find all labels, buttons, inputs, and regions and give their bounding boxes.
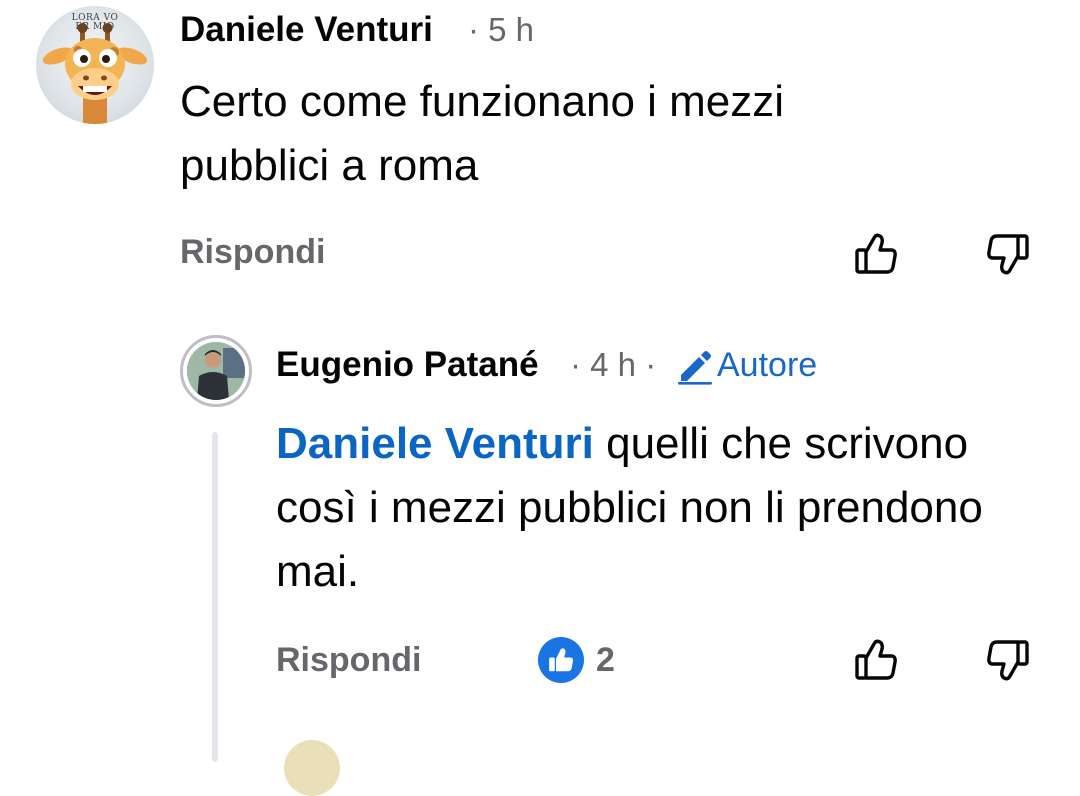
reaction-summary[interactable]: 2: [538, 637, 615, 683]
avatar[interactable]: LORA VO ER MIO: [36, 6, 154, 124]
author-badge: Autore: [675, 345, 817, 385]
thumbs-down-outline-icon: [987, 640, 1029, 681]
reply-avatar-photo: [187, 342, 245, 400]
reply-button[interactable]: Rispondi: [180, 232, 325, 272]
pencil-icon: [678, 351, 712, 385]
reply-text: Daniele Venturi quelli che scrivono così…: [276, 412, 996, 604]
reply-button[interactable]: Rispondi: [276, 640, 421, 680]
comment-author[interactable]: Daniele Venturi: [180, 10, 433, 50]
next-reply-avatar[interactable]: [284, 740, 340, 796]
thumbs-down-outline-icon: [987, 234, 1029, 275]
thread-line: [212, 432, 218, 762]
thumbs-up-filled-icon: [549, 648, 573, 672]
mention-link[interactable]: Daniele Venturi: [276, 419, 594, 468]
like-button[interactable]: [848, 226, 904, 282]
comment-timestamp[interactable]: · 5 h: [468, 10, 534, 50]
person-photo-icon: [187, 342, 245, 400]
reply-avatar[interactable]: [180, 335, 252, 407]
reply-author[interactable]: Eugenio Patané: [276, 345, 539, 385]
dislike-button[interactable]: [980, 632, 1036, 688]
thumbs-up-outline-icon: [855, 639, 897, 680]
thumbs-up-outline-icon: [855, 233, 897, 274]
comment-text: Certo come funzionano i mezzi pubblici a…: [180, 77, 785, 190]
like-button[interactable]: [848, 632, 904, 688]
author-badge-label: Autore: [717, 346, 818, 384]
dislike-button[interactable]: [980, 226, 1036, 282]
reply-timestamp[interactable]: · 4 h ·: [570, 345, 656, 385]
reaction-count: 2: [596, 641, 615, 679]
like-reaction-icon: [538, 637, 584, 683]
giraffe-avatar-icon: [42, 23, 148, 124]
